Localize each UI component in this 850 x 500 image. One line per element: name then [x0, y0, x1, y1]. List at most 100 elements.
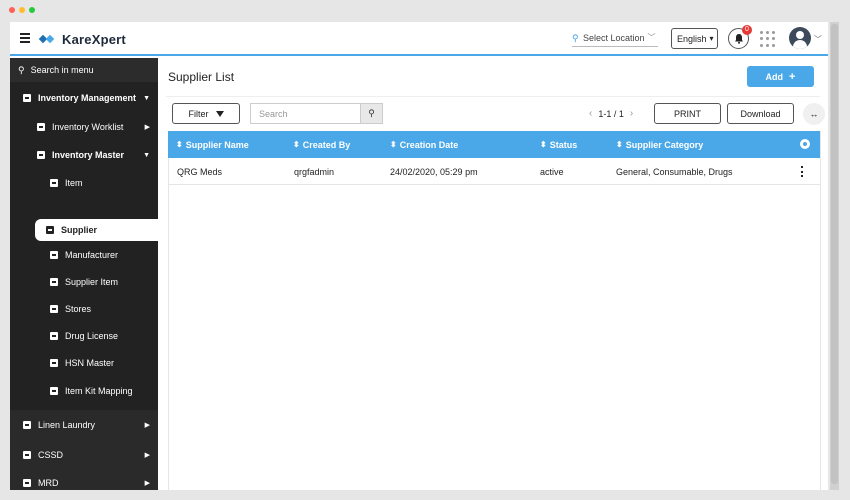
main-content: Supplier List Add + Filter Search ⚲ ‹ 1-…	[158, 58, 828, 490]
sidebar-item-linen-laundry[interactable]: Linen Laundry ▶	[10, 412, 158, 438]
divider	[166, 96, 820, 97]
window-title-bar	[0, 0, 850, 22]
chevron-down-icon: ﹀	[647, 33, 656, 42]
sidebar-item-item-kit-mapping[interactable]: Item Kit Mapping	[10, 378, 158, 404]
search-placeholder: Search	[259, 108, 288, 119]
vertical-scrollbar[interactable]	[830, 22, 839, 490]
sidebar-item-stores[interactable]: Stores	[10, 296, 158, 322]
sidebar-item-label: Item	[65, 178, 83, 188]
supplier-table: ⬍ Supplier Name ⬍ Created By ⬍ Creation …	[168, 131, 820, 185]
expand-icon	[50, 179, 58, 187]
column-header-status[interactable]: ⬍ Status	[540, 131, 577, 158]
sort-icon: ⬍	[176, 140, 183, 149]
caret-right-icon: ▶	[144, 422, 150, 429]
menu-search-label: Search in menu	[30, 65, 94, 75]
page-title: Supplier List	[168, 70, 235, 84]
filter-button[interactable]: Filter	[172, 103, 240, 124]
caret-right-icon: ▶	[144, 480, 150, 487]
sidebar-item-label: Linen Laundry	[38, 420, 96, 430]
expand-icon	[50, 332, 58, 340]
scrollbar-thumb[interactable]	[831, 24, 838, 484]
column-label: Creation Date	[399, 139, 459, 150]
expand-icon	[46, 226, 54, 234]
expand-icon	[37, 151, 45, 159]
caret-right-icon: ▶	[144, 124, 150, 131]
linen-icon	[23, 421, 31, 429]
expand-icon	[50, 305, 58, 313]
hamburger-menu-icon[interactable]	[20, 33, 30, 43]
column-label: Status	[549, 139, 578, 150]
location-pin-icon: ⚲	[572, 32, 579, 43]
column-header-supplier-category[interactable]: ⬍ Supplier Category	[616, 131, 703, 158]
sidebar-item-inventory-management[interactable]: Inventory Management ▼	[10, 85, 158, 111]
cell-supplier-name: QRG Meds	[177, 166, 223, 177]
sidebar-item-label: Stores	[65, 304, 92, 314]
plus-icon: +	[789, 70, 796, 83]
sidebar-item-inventory-master[interactable]: Inventory Master ▼	[10, 142, 158, 168]
add-button[interactable]: Add +	[747, 66, 814, 87]
brand-name: KareXpert	[62, 31, 126, 47]
add-button-label: Add	[765, 71, 784, 82]
sidebar-item-supplier-item[interactable]: Supplier Item	[10, 269, 158, 295]
pagination: ‹ 1-1 / 1 ›	[583, 108, 639, 119]
sidebar-item-label: MRD	[38, 478, 59, 488]
table-header: ⬍ Supplier Name ⬍ Created By ⬍ Creation …	[168, 131, 820, 158]
sidebar-item-mrd[interactable]: MRD ▶	[10, 470, 158, 490]
brand-logo[interactable]: KareXpert	[38, 30, 126, 48]
sidebar-item-label: Supplier Item	[65, 277, 119, 287]
caret-down-icon: ▼	[143, 151, 150, 159]
sidebar-item-label: Supplier	[61, 225, 98, 235]
expand-icon	[50, 278, 58, 286]
column-header-creation-date[interactable]: ⬍ Creation Date	[390, 131, 458, 158]
minimize-window-icon[interactable]	[19, 7, 25, 13]
cell-created-by: qrgfadmin	[294, 166, 335, 177]
chevron-right-icon[interactable]: ›	[630, 108, 633, 119]
mrd-icon	[23, 479, 31, 487]
chevron-down-icon[interactable]: ﹀	[814, 34, 822, 45]
chevron-down-icon: ▾	[709, 34, 714, 43]
print-button[interactable]: PRINT	[654, 103, 721, 124]
notification-badge: 0	[742, 25, 752, 35]
search-input[interactable]: Search	[250, 103, 360, 124]
sidebar-item-drug-license[interactable]: Drug License	[10, 323, 158, 349]
sidebar-item-label: CSSD	[38, 450, 64, 460]
apps-grid-icon[interactable]	[760, 31, 776, 47]
maximize-window-icon[interactable]	[29, 7, 35, 13]
chevron-left-icon[interactable]: ‹	[589, 108, 592, 119]
bell-icon	[734, 34, 743, 44]
caret-right-icon: ▶	[144, 452, 150, 459]
table-row[interactable]: QRG Meds qrgfadmin 24/02/2020, 05:29 pm …	[168, 158, 820, 185]
sidebar-item-label: Drug License	[65, 331, 119, 341]
sidebar-item-label: HSN Master	[65, 358, 115, 368]
language-value: English	[677, 33, 707, 44]
search-icon: ⚲	[368, 108, 375, 118]
user-avatar[interactable]	[789, 27, 811, 49]
location-select[interactable]: ⚲ Select Location ﹀	[572, 29, 658, 47]
search-button[interactable]: ⚲	[360, 103, 383, 124]
column-label: Supplier Category	[625, 139, 704, 150]
column-header-supplier-name[interactable]: ⬍ Supplier Name	[176, 131, 249, 158]
cell-supplier-category: General, Consumable, Drugs	[616, 166, 733, 177]
column-label: Supplier Name	[185, 139, 249, 150]
language-select[interactable]: English ▾	[671, 28, 718, 49]
close-window-icon[interactable]	[9, 7, 15, 13]
location-label: Select Location	[583, 32, 645, 43]
column-header-created-by[interactable]: ⬍ Created By	[293, 131, 350, 158]
caret-down-icon: ▼	[143, 94, 150, 102]
inventory-icon	[23, 94, 31, 102]
sort-icon: ⬍	[616, 140, 623, 149]
download-button[interactable]: Download	[727, 103, 794, 124]
expand-icon	[50, 387, 58, 395]
sidebar-item-supplier[interactable]: Supplier	[35, 219, 158, 241]
sidebar-item-hsn-master[interactable]: HSN Master	[10, 350, 158, 376]
sidebar-item-manufacturer[interactable]: Manufacturer	[10, 242, 158, 268]
gear-icon[interactable]	[800, 139, 810, 149]
more-options-icon[interactable]	[801, 166, 804, 177]
menu-search[interactable]: ⚲ Search in menu	[10, 58, 158, 82]
sidebar-item-inventory-worklist[interactable]: Inventory Worklist ▶	[10, 114, 158, 140]
expand-arrows-icon[interactable]: ↔	[803, 103, 825, 125]
sidebar-item-item[interactable]: Item	[10, 170, 158, 196]
sidebar-item-cssd[interactable]: CSSD ▶	[10, 442, 158, 468]
sidebar-item-label: Inventory Worklist	[52, 122, 124, 132]
cell-creation-date: 24/02/2020, 05:29 pm	[390, 166, 478, 177]
